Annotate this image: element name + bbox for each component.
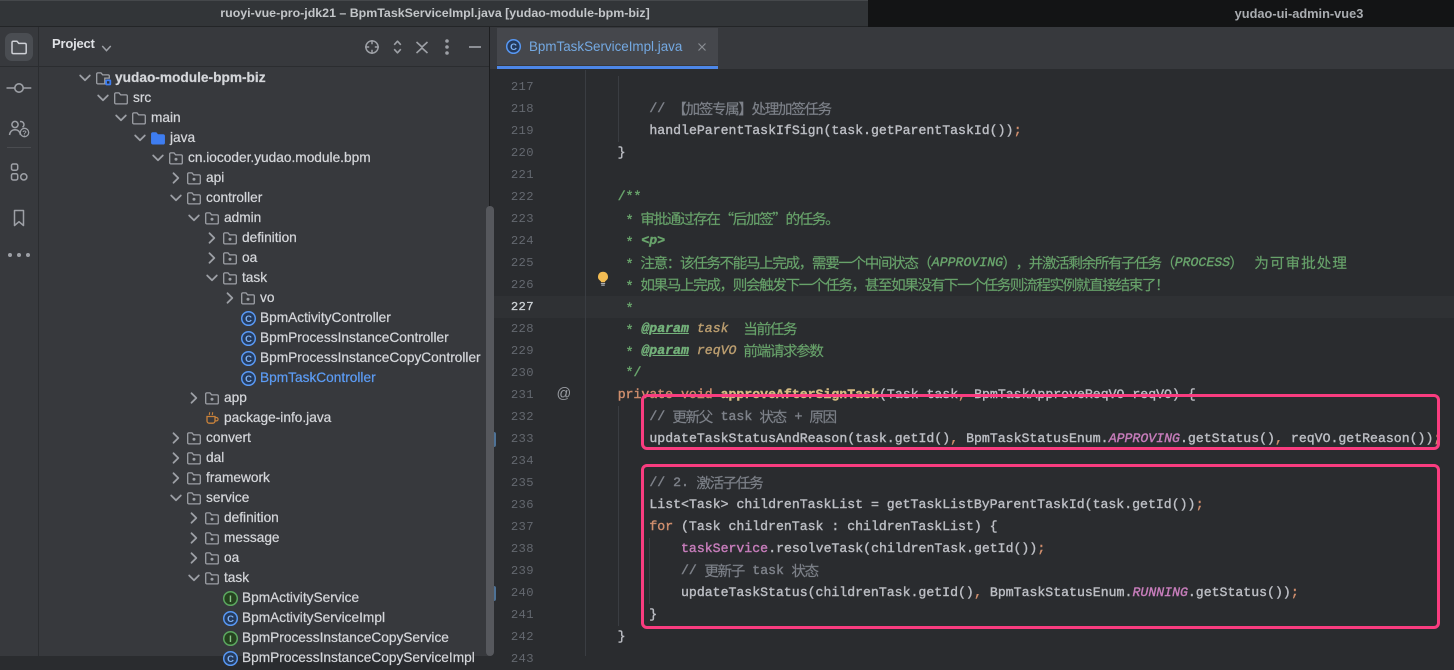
- svg-text:?: ?: [22, 128, 27, 137]
- svg-text:C: C: [245, 334, 252, 345]
- svg-text:C: C: [227, 614, 234, 625]
- svg-text:I: I: [229, 594, 232, 605]
- svg-text:C: C: [245, 354, 252, 365]
- svg-text:C: C: [245, 374, 252, 385]
- svg-text:C: C: [510, 42, 517, 53]
- svg-text:I: I: [229, 634, 232, 645]
- svg-text:C: C: [245, 314, 252, 325]
- svg-text:C: C: [227, 654, 234, 665]
